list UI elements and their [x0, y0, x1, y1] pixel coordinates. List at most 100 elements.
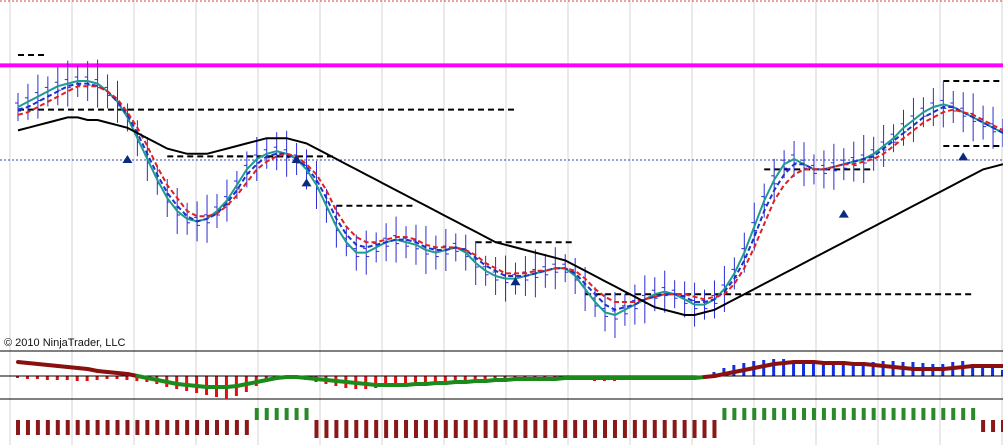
oscillator-bar	[324, 420, 329, 438]
oscillator-bar	[612, 420, 617, 438]
oscillator-bar	[16, 420, 20, 435]
oscillator-bar	[831, 408, 836, 420]
oscillator-bar	[563, 420, 568, 438]
oscillator-bar	[981, 420, 986, 432]
oscillator-bar	[155, 420, 160, 435]
histogram-bar	[85, 376, 89, 381]
oscillator-bar	[334, 420, 339, 438]
oscillator-bar	[841, 408, 846, 420]
oscillator-bar	[593, 420, 598, 438]
oscillator-bar	[423, 420, 428, 438]
oscillator-bar	[483, 420, 488, 438]
oscillator-bar	[404, 420, 409, 438]
oscillator-bar	[463, 420, 468, 438]
oscillator-bar	[513, 420, 518, 438]
oscillator-bar	[105, 420, 110, 435]
oscillator-bar	[125, 420, 130, 435]
oscillator-bar	[642, 420, 647, 438]
oscillator-bar	[234, 420, 239, 435]
oscillator-bar	[145, 420, 150, 435]
oscillator-bar	[752, 408, 757, 420]
oscillator-bar	[792, 408, 797, 420]
histogram-bar	[772, 359, 776, 376]
oscillator-bar	[961, 408, 966, 420]
oscillator-bar	[632, 420, 637, 438]
oscillator-bar	[603, 420, 608, 438]
copyright-label: © 2010 NinjaTrader, LLC	[4, 337, 126, 349]
oscillator-bar	[75, 420, 80, 435]
oscillator-bar	[871, 408, 876, 420]
oscillator-bar	[662, 420, 667, 438]
oscillator-bar	[821, 408, 826, 420]
price-chart[interactable]	[0, 0, 1003, 445]
oscillator-bar	[473, 420, 478, 438]
oscillator-bar	[951, 408, 956, 420]
oscillator-bar	[374, 420, 379, 438]
oscillator-bar	[762, 408, 767, 420]
histogram-bar	[125, 376, 129, 380]
oscillator-bar	[185, 420, 190, 435]
oscillator-bar	[891, 408, 896, 420]
oscillator-bar	[45, 420, 50, 435]
oscillator-bar	[254, 408, 259, 420]
oscillator-bar	[433, 420, 438, 438]
oscillator-bar	[493, 420, 498, 438]
oscillator-bar	[652, 420, 657, 438]
histogram-bar	[881, 361, 885, 376]
oscillator-bar	[941, 408, 946, 420]
oscillator-bar	[314, 420, 319, 438]
oscillator-bar	[304, 408, 309, 420]
oscillator-bar	[453, 420, 458, 438]
oscillator-bar	[264, 408, 269, 420]
oscillator-bar	[65, 420, 70, 435]
oscillator-bar	[523, 420, 528, 438]
oscillator-bar	[573, 420, 578, 438]
oscillator-bar	[384, 420, 389, 438]
oscillator-bar	[85, 420, 90, 435]
oscillator-bar	[344, 420, 349, 438]
oscillator-bar	[214, 420, 219, 435]
oscillator-bar	[224, 420, 229, 435]
histogram-bar	[65, 376, 69, 380]
oscillator-bar	[971, 408, 976, 420]
oscillator-bar	[35, 420, 40, 435]
oscillator-bar	[682, 420, 687, 438]
oscillator-bar	[443, 420, 448, 438]
oscillator-bar	[205, 420, 210, 435]
oscillator-bar	[861, 408, 866, 420]
histogram-bar	[75, 376, 79, 381]
oscillator-bar	[394, 420, 399, 438]
oscillator-bar	[553, 420, 558, 438]
oscillator-bar	[931, 408, 936, 420]
oscillator-bar	[284, 408, 289, 420]
oscillator-bar	[702, 420, 707, 438]
oscillator-bar	[772, 408, 777, 420]
oscillator-bar	[672, 420, 677, 438]
histogram-bar	[811, 364, 815, 376]
oscillator-bar	[583, 420, 588, 438]
oscillator-bar	[722, 408, 727, 420]
histogram-bar	[55, 376, 59, 380]
oscillator-bar	[782, 408, 787, 420]
oscillator-bar	[692, 420, 697, 438]
oscillator-bar	[175, 420, 180, 435]
histogram-bar	[95, 376, 99, 380]
oscillator-bar	[165, 420, 170, 435]
oscillator-bar	[811, 408, 816, 420]
oscillator-bar	[413, 420, 418, 438]
oscillator-bar	[354, 420, 359, 438]
oscillator-bar	[274, 408, 279, 420]
oscillator-bar	[533, 420, 538, 438]
oscillator-bar	[712, 420, 717, 438]
oscillator-bar	[802, 408, 807, 420]
oscillator-bar	[742, 408, 747, 420]
oscillator-bar	[622, 420, 627, 438]
oscillator-bar	[294, 408, 299, 420]
oscillator-bar	[25, 420, 30, 435]
oscillator-bar	[95, 420, 100, 435]
oscillator-bar	[543, 420, 548, 438]
oscillator-bar	[881, 408, 886, 420]
oscillator-bar	[364, 420, 369, 438]
oscillator-bar	[911, 408, 916, 420]
oscillator-bar	[991, 420, 996, 432]
